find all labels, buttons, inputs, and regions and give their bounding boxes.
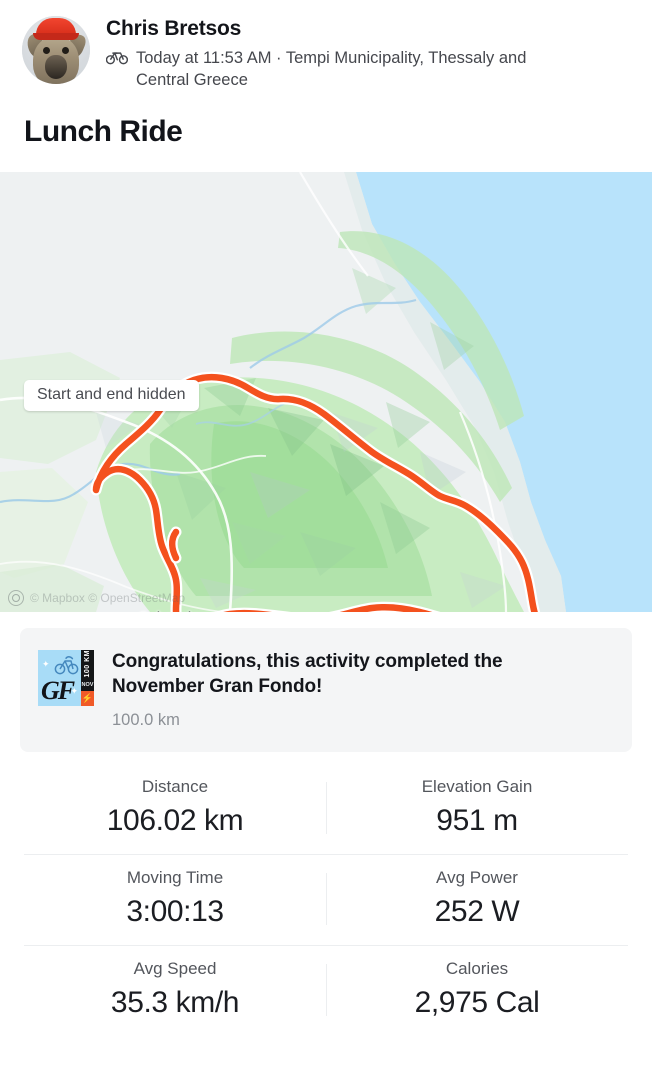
stat-value: 106.02 km: [106, 804, 244, 837]
stat-avg-speed: Avg Speed 35.3 km/h: [24, 958, 326, 1022]
bicycle-icon: [105, 49, 129, 71]
stat-avg-power: Avg Power 252 W: [326, 867, 628, 931]
achievement-subtitle: 100.0 km: [112, 711, 180, 729]
stat-distance: Distance 106.02 km: [24, 776, 326, 840]
achievement-text-block: Congratulations, this activity completed…: [112, 648, 582, 730]
map-privacy-pill: Start and end hidden: [24, 380, 199, 411]
stat-elevation-gain: Elevation Gain 951 m: [326, 776, 628, 840]
map-place-label-sykourio: Sykourio: [138, 610, 200, 612]
stat-label: Calories: [445, 959, 509, 978]
avatar-dog-snout: [45, 55, 67, 80]
stat-label: Distance: [141, 777, 209, 796]
achievement-card[interactable]: ✦ ✦ GF 100 KM NOV ⚡ Congratulations, thi…: [20, 628, 632, 752]
activity-meta-text: Today at 11:53 AM · Tempi Municipality, …: [136, 49, 527, 89]
activity-map[interactable]: Start and end hidden Sykourio Agia © Map…: [0, 172, 652, 612]
avatar[interactable]: [22, 16, 90, 84]
activity-meta: Today at 11:53 AM · Tempi Municipality, …: [105, 47, 574, 91]
stat-value: 3:00:13: [126, 895, 224, 928]
map-attribution-text: © Mapbox © OpenStreetMap: [30, 591, 186, 605]
stat-label: Elevation Gain: [421, 777, 533, 796]
header-text-block: Chris Bretsos Today at 11:53 AM · Tempi …: [105, 14, 574, 91]
badge-artwork: ✦ ✦ GF: [38, 650, 81, 706]
stat-value: 35.3 km/h: [110, 986, 240, 1019]
achievement-title: Congratulations, this activity completed…: [112, 651, 503, 697]
badge-bolt-icon: ⚡: [81, 691, 94, 706]
stat-value: 951 m: [436, 804, 518, 837]
stat-row: Distance 106.02 km Elevation Gain 951 m: [24, 764, 628, 854]
badge-sidebar: 100 KM NOV ⚡: [81, 650, 94, 706]
stat-label: Avg Speed: [133, 959, 217, 978]
badge-distance-strip: 100 KM: [81, 650, 94, 678]
athlete-name[interactable]: Chris Bretsos: [106, 16, 574, 42]
activity-header: Chris Bretsos Today at 11:53 AM · Tempi …: [0, 0, 652, 91]
stat-moving-time: Moving Time 3:00:13: [24, 867, 326, 931]
map-attribution[interactable]: © Mapbox © OpenStreetMap: [8, 590, 185, 606]
page-title: Lunch Ride: [24, 115, 183, 148]
badge-distance-text: 100 KM: [84, 650, 91, 678]
map-info-icon[interactable]: [8, 590, 24, 606]
stat-row: Moving Time 3:00:13 Avg Power 252 W: [24, 854, 628, 945]
badge-monogram: GF: [41, 676, 75, 705]
stat-value: 2,975 Cal: [414, 986, 540, 1019]
activity-detail-page: Chris Bretsos Today at 11:53 AM · Tempi …: [0, 0, 652, 1080]
stat-label: Moving Time: [126, 868, 224, 887]
stat-calories: Calories 2,975 Cal: [326, 958, 628, 1022]
stat-value: 252 W: [434, 895, 520, 928]
activity-stats: Distance 106.02 km Elevation Gain 951 m …: [24, 764, 628, 1036]
avatar-red-cap-brim: [33, 33, 79, 40]
gran-fondo-badge-icon: ✦ ✦ GF 100 KM NOV ⚡: [38, 650, 94, 706]
stat-row: Avg Speed 35.3 km/h Calories 2,975 Cal: [24, 945, 628, 1036]
stat-label: Avg Power: [436, 868, 518, 887]
badge-sparkle-icon: ✦: [42, 659, 50, 669]
badge-month-text: NOV: [81, 678, 94, 691]
